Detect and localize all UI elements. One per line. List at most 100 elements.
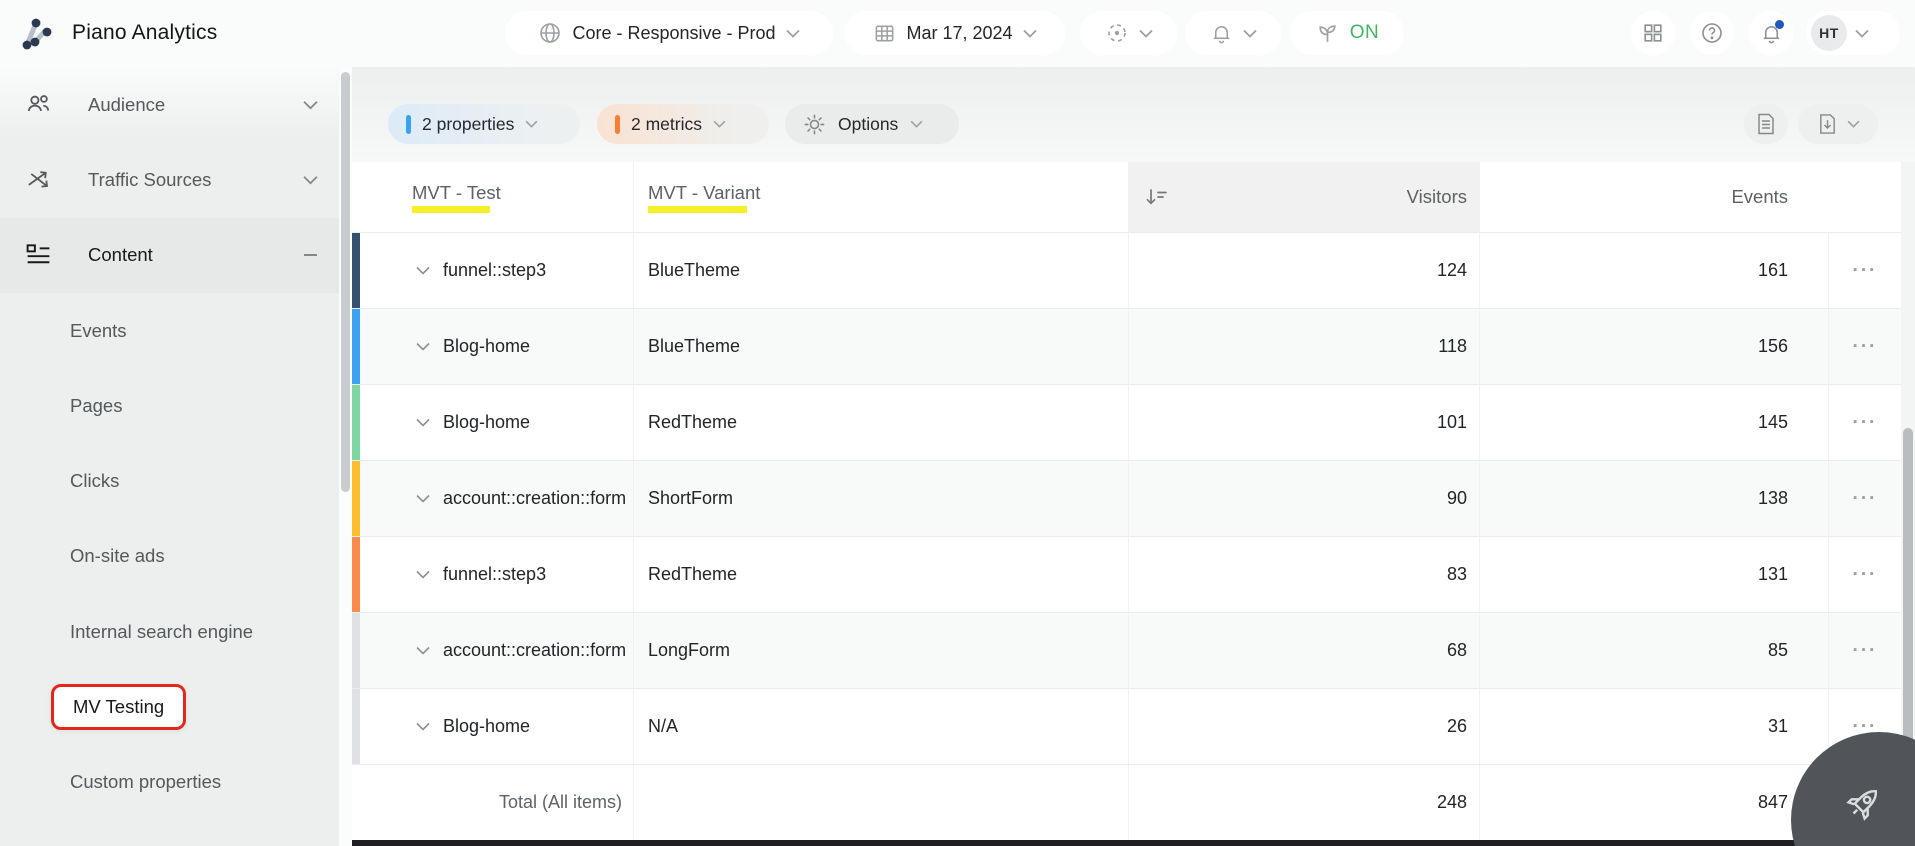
chevron-down-icon[interactable]: [416, 570, 430, 579]
sidebar-item-on-site-ads[interactable]: On-site ads: [0, 519, 352, 594]
table-row[interactable]: account::creation::form LongForm 68 85 ·…: [352, 612, 1901, 688]
column-header-mvt-test[interactable]: MVT - Test: [352, 162, 633, 232]
header-label-highlighted: MVT - Test: [412, 182, 501, 213]
sidebar-item-mv-testing[interactable]: MV Testing: [0, 669, 352, 744]
sort-descending-icon[interactable]: [1144, 186, 1170, 208]
chevron-down-icon[interactable]: [416, 418, 430, 427]
mvt-test-name[interactable]: account::creation::form: [443, 640, 626, 661]
sidebar-item-label: Traffic Sources: [88, 168, 212, 190]
row-actions-button[interactable]: ···: [1828, 461, 1901, 536]
row-actions-button[interactable]: ···: [1828, 613, 1901, 688]
mvt-test-name[interactable]: funnel::step3: [443, 564, 546, 585]
chevron-down-icon: [1022, 29, 1037, 38]
chevron-down-icon[interactable]: [416, 266, 430, 275]
column-header-events[interactable]: Events: [1479, 162, 1828, 232]
metrics-chip[interactable]: 2 metrics: [597, 104, 769, 144]
chevron-down-icon[interactable]: [303, 100, 318, 110]
chevron-down-icon: [1242, 29, 1257, 38]
sandbox-state-label: ON: [1349, 22, 1380, 43]
row-color-bar: [352, 309, 360, 384]
mvt-test-name[interactable]: Blog-home: [443, 336, 530, 357]
total-visitors-value: 248: [1128, 765, 1479, 840]
sidebar-item-internal-search-engine[interactable]: Internal search engine: [0, 594, 352, 669]
chevron-down-icon[interactable]: [416, 646, 430, 655]
properties-chip[interactable]: 2 properties: [388, 104, 580, 144]
analysis-toolbar: 2 properties 2 metrics Options: [352, 67, 1915, 162]
header-label: Visitors: [1406, 186, 1467, 207]
report-notes-button[interactable]: [1744, 104, 1788, 144]
segment-selector[interactable]: [1080, 11, 1177, 55]
chevron-down-icon[interactable]: [303, 175, 318, 185]
table-row[interactable]: Blog-home N/A 26 31 ···: [352, 688, 1901, 764]
table-row[interactable]: Blog-home BlueTheme 118 156 ···: [352, 308, 1901, 384]
sidebar-item-label: MV Testing: [73, 696, 165, 718]
visitors-value: 83: [1128, 537, 1479, 612]
mvt-variant-name: LongForm: [633, 613, 1128, 688]
sidebar-item-label: Audience: [88, 93, 166, 115]
header-label: Events: [1731, 186, 1788, 207]
bottom-edge-strip: [352, 840, 1915, 846]
total-row-label: Total (All items): [498, 792, 622, 812]
sidebar-item-audience[interactable]: Audience: [0, 67, 352, 142]
chevron-down-icon: [525, 120, 538, 128]
sidebar-item-custom-properties[interactable]: Custom properties: [0, 745, 352, 820]
sidebar-item-events[interactable]: Events: [0, 293, 352, 368]
row-color-bar: [352, 689, 360, 764]
brand[interactable]: Piano Analytics: [18, 13, 217, 53]
options-button[interactable]: Options: [785, 104, 959, 144]
table-header-row: MVT - Test MVT - Variant Visitors Events: [352, 162, 1901, 232]
mvt-variant-name: N/A: [633, 689, 1128, 764]
column-header-actions: [1828, 162, 1901, 232]
sidebar-scrollbar-thumb[interactable]: [341, 72, 350, 492]
site-selector[interactable]: Core - Responsive - Prod: [505, 11, 833, 55]
mvt-data-table: MVT - Test MVT - Variant Visitors Events: [352, 162, 1901, 840]
sidebar-scrollbar-track: [339, 67, 352, 846]
collapse-minus-icon[interactable]: [303, 253, 318, 257]
help-button[interactable]: [1690, 11, 1734, 55]
date-picker[interactable]: Mar 17, 2024: [845, 11, 1065, 55]
apps-grid-button[interactable]: [1631, 11, 1675, 55]
chevron-down-icon[interactable]: [416, 722, 430, 731]
mvt-test-name[interactable]: Blog-home: [443, 716, 530, 737]
notifications-button[interactable]: [1749, 11, 1793, 55]
sidebar-item-pages[interactable]: Pages: [0, 368, 352, 443]
visitors-value: 118: [1128, 309, 1479, 384]
row-actions-button[interactable]: ···: [1828, 537, 1901, 612]
sidebar-item-traffic-sources[interactable]: Traffic Sources: [0, 142, 352, 217]
header-label-highlighted: MVT - Variant: [648, 182, 760, 213]
sidebar-item-label: Internal search engine: [70, 620, 254, 642]
user-menu[interactable]: HT: [1806, 11, 1900, 55]
events-value: 85: [1479, 613, 1828, 688]
mvt-test-name[interactable]: Blog-home: [443, 412, 530, 433]
column-header-visitors[interactable]: Visitors: [1128, 162, 1479, 232]
chevron-down-icon[interactable]: [416, 342, 430, 351]
row-color-bar: [352, 461, 360, 536]
mvt-test-name[interactable]: account::creation::form: [443, 488, 626, 509]
row-actions-button[interactable]: ···: [1828, 233, 1901, 308]
sprout-icon: [1315, 21, 1340, 46]
sidebar-item-content[interactable]: Content: [0, 217, 352, 293]
table-row[interactable]: Blog-home RedTheme 101 145 ···: [352, 384, 1901, 460]
alerts-selector[interactable]: [1185, 11, 1281, 55]
table-row[interactable]: account::creation::form ShortForm 90 138…: [352, 460, 1901, 536]
row-actions-button[interactable]: ···: [1828, 309, 1901, 384]
row-actions-button[interactable]: ···: [1828, 385, 1901, 460]
chevron-down-icon[interactable]: [416, 494, 430, 503]
app-title: Piano Analytics: [72, 21, 218, 44]
date-picker-label: Mar 17, 2024: [906, 22, 1013, 43]
sidebar-item-clicks[interactable]: Clicks: [0, 443, 352, 518]
mvt-test-name[interactable]: funnel::step3: [443, 260, 546, 281]
events-value: 161: [1479, 233, 1828, 308]
chevron-down-icon: [910, 120, 923, 128]
main-scrollbar-thumb[interactable]: [1903, 428, 1913, 748]
table-row[interactable]: funnel::step3 RedTheme 83 131 ···: [352, 536, 1901, 612]
table-row[interactable]: funnel::step3 BlueTheme 124 161 ···: [352, 232, 1901, 308]
table-total-row: Total (All items) 248 847: [352, 764, 1901, 840]
mv-testing-highlight-box[interactable]: MV Testing: [51, 684, 187, 731]
users-icon: [24, 90, 53, 119]
blue-accent-bar: [406, 114, 411, 134]
column-header-mvt-variant[interactable]: MVT - Variant: [633, 162, 1128, 232]
main-content: 2 properties 2 metrics Options MVT - Tes…: [352, 67, 1915, 846]
sandbox-toggle[interactable]: ON: [1290, 11, 1404, 55]
export-button[interactable]: [1798, 104, 1878, 144]
